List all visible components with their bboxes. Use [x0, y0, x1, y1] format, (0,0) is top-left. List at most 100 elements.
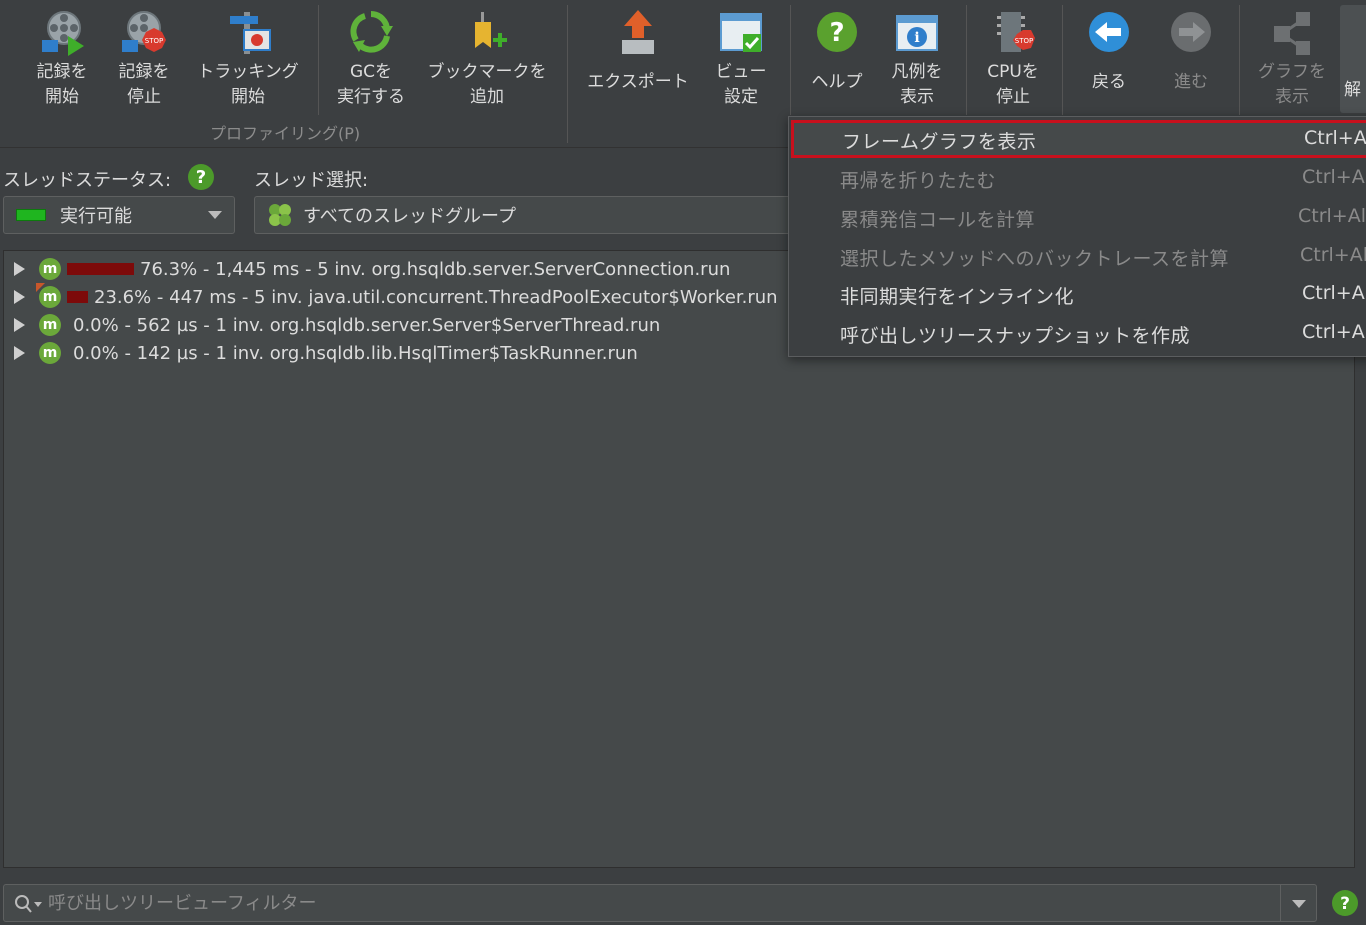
thread-select-dropdown[interactable]: すべてのスレッドグループ: [254, 196, 814, 234]
menu-item-label: 選択したメソッドへのバックトレースを計算: [840, 248, 1230, 270]
export-icon: [614, 6, 662, 60]
toolbar-overflow-button[interactable]: 解: [1340, 5, 1366, 113]
menu-item-shortcut: Ctrl+Al: [1304, 127, 1366, 149]
view-settings-button[interactable]: ビュー 設定: [710, 6, 772, 114]
menu-item-backtraces[interactable]: 選択したメソッドへのバックトレースを計算 Ctrl+Al: [789, 237, 1366, 275]
tree-row[interactable]: m 0.0% - 562 µs - 1 inv. org.hsqldb.serv…: [4, 311, 660, 339]
expand-icon[interactable]: [14, 346, 25, 360]
toolbar-separator: [318, 5, 319, 115]
menu-item-label: 累積発信コールを計算: [840, 209, 1036, 231]
help-icon[interactable]: ?: [1331, 889, 1359, 917]
method-icon: m: [39, 258, 61, 280]
tree-row-text: 0.0% - 142 µs - 1 inv. org.hsqldb.lib.Hs…: [73, 342, 638, 364]
menu-item-shortcut: Ctrl+Al: [1298, 205, 1366, 227]
start-tracking-icon: [224, 6, 272, 60]
menu-item-show-flame-graph[interactable]: フレームグラフを表示 Ctrl+Al: [791, 120, 1366, 158]
show-graph-button[interactable]: グラフを 表示: [1252, 6, 1332, 114]
runnable-status-icon: [16, 209, 46, 221]
filter-input[interactable]: [48, 889, 1268, 917]
show-legend-icon: i: [893, 6, 941, 60]
tree-row[interactable]: m 0.0% - 142 µs - 1 inv. org.hsqldb.lib.…: [4, 339, 638, 367]
show-legend-button[interactable]: i 凡例を 表示: [884, 6, 950, 114]
view-settings-label: ビュー 設定: [715, 62, 767, 107]
time-bar: [67, 263, 134, 275]
menu-item-cumulative-outgoing-calls[interactable]: 累積発信コールを計算 Ctrl+Al: [789, 198, 1366, 236]
stop-recording-icon: STOP: [120, 6, 168, 60]
show-graph-icon: [1268, 6, 1316, 60]
back-icon: [1085, 6, 1133, 60]
menu-item-label: フレームグラフを表示: [842, 131, 1037, 153]
menu-item-label: 非同期実行をインライン化: [840, 286, 1075, 308]
thread-status-dropdown[interactable]: 実行可能: [3, 196, 235, 234]
thread-status-help-icon[interactable]: ?: [188, 164, 214, 190]
stop-cpu-icon: STOP: [989, 6, 1037, 60]
show-graph-label: グラフを 表示: [1258, 62, 1326, 107]
thread-group-icon: [267, 202, 293, 228]
tree-row-text: 0.0% - 562 µs - 1 inv. org.hsqldb.server…: [73, 314, 661, 336]
search-icon[interactable]: [14, 894, 46, 914]
method-icon: m: [39, 342, 61, 364]
stop-recording-label: 記録を 停止: [118, 62, 170, 107]
menu-item-label: 呼び出しツリースナップショットを作成: [840, 325, 1191, 347]
menu-item-shortcut: Ctrl+Al: [1302, 166, 1366, 188]
stop-recording-button[interactable]: STOP 記録を 停止: [112, 6, 176, 114]
add-bookmark-button[interactable]: ブックマークを 追加: [422, 6, 552, 114]
menu-item-shortcut: Ctrl+Al: [1300, 244, 1366, 266]
start-tracking-label: トラッキング 開始: [197, 62, 299, 107]
menu-item-fold-recursion[interactable]: 再帰を折りたたむ Ctrl+Al: [789, 159, 1366, 197]
back-button[interactable]: 戻る: [1076, 6, 1142, 114]
start-tracking-button[interactable]: トラッキング 開始: [192, 6, 304, 114]
thread-select-value: すべてのスレッドグループ: [303, 206, 516, 227]
toolbar-separator: [567, 5, 568, 143]
svg-text:?: ?: [1340, 894, 1350, 914]
expand-icon[interactable]: [14, 262, 25, 276]
stop-cpu-label: CPUを 停止: [987, 62, 1039, 107]
profiling-group-label: プロファイリング(P): [210, 124, 361, 143]
toolbar-separator: [1239, 5, 1240, 115]
start-recording-icon: [38, 6, 86, 60]
forward-icon: [1167, 6, 1215, 60]
tree-row-text: 23.6% - 447 ms - 5 inv. java.util.concur…: [94, 286, 778, 308]
toolbar-separator: [1062, 5, 1063, 115]
expand-icon[interactable]: [14, 318, 25, 332]
call-tree-filter: [3, 884, 1317, 922]
help-button[interactable]: ? ヘルプ: [802, 6, 872, 114]
forward-button[interactable]: 進む: [1158, 6, 1224, 114]
show-legend-label: 凡例を 表示: [891, 62, 943, 107]
svg-text:?: ?: [829, 18, 844, 48]
add-bookmark-icon: [463, 6, 511, 60]
thread-status-value: 実行可能: [60, 206, 132, 227]
chevron-down-icon: [208, 211, 222, 219]
stop-cpu-button[interactable]: STOP CPUを 停止: [978, 6, 1048, 114]
help-label: ヘルプ: [811, 72, 863, 92]
tree-row-text: 76.3% - 1,445 ms - 5 inv. org.hsqldb.ser…: [140, 258, 731, 280]
menu-item-create-snapshot[interactable]: 呼び出しツリースナップショットを作成 Ctrl+Al: [789, 314, 1366, 352]
method-icon: m: [39, 314, 61, 336]
method-icon: m: [36, 283, 61, 308]
time-bar: [67, 291, 88, 303]
tree-row[interactable]: m 76.3% - 1,445 ms - 5 inv. org.hsqldb.s…: [4, 255, 730, 283]
menu-item-shortcut: Ctrl+Al: [1302, 321, 1366, 343]
start-recording-button[interactable]: 記録を 開始: [30, 6, 94, 114]
export-label: エクスポート: [587, 72, 689, 92]
filter-history-dropdown[interactable]: [1280, 885, 1316, 921]
export-button[interactable]: エクスポート: [584, 6, 692, 114]
analyze-context-menu: フレームグラフを表示 Ctrl+Al 再帰を折りたたむ Ctrl+Al 累積発信…: [788, 116, 1366, 357]
toolbar-separator: [790, 5, 791, 115]
svg-text:STOP: STOP: [1015, 37, 1033, 45]
add-bookmark-label: ブックマークを 追加: [427, 62, 547, 107]
toolbar-overflow-label: 解: [1344, 80, 1361, 100]
tree-row[interactable]: m 23.6% - 447 ms - 5 inv. java.util.conc…: [4, 283, 778, 311]
toolbar-separator: [966, 5, 967, 115]
thread-status-label: スレッドステータス:: [3, 170, 172, 191]
svg-text:STOP: STOP: [145, 37, 163, 45]
menu-item-shortcut: Ctrl+Al: [1302, 282, 1366, 304]
thread-select-label: スレッド選択:: [254, 170, 369, 191]
view-settings-icon: [717, 6, 765, 60]
menu-item-label: 再帰を折りたたむ: [840, 170, 997, 192]
svg-text:i: i: [914, 30, 919, 46]
run-gc-button[interactable]: GCを 実行する: [330, 6, 412, 114]
menu-item-inline-async[interactable]: 非同期実行をインライン化 Ctrl+Al: [789, 275, 1366, 313]
expand-icon[interactable]: [14, 290, 25, 304]
forward-label: 進む: [1174, 72, 1208, 92]
